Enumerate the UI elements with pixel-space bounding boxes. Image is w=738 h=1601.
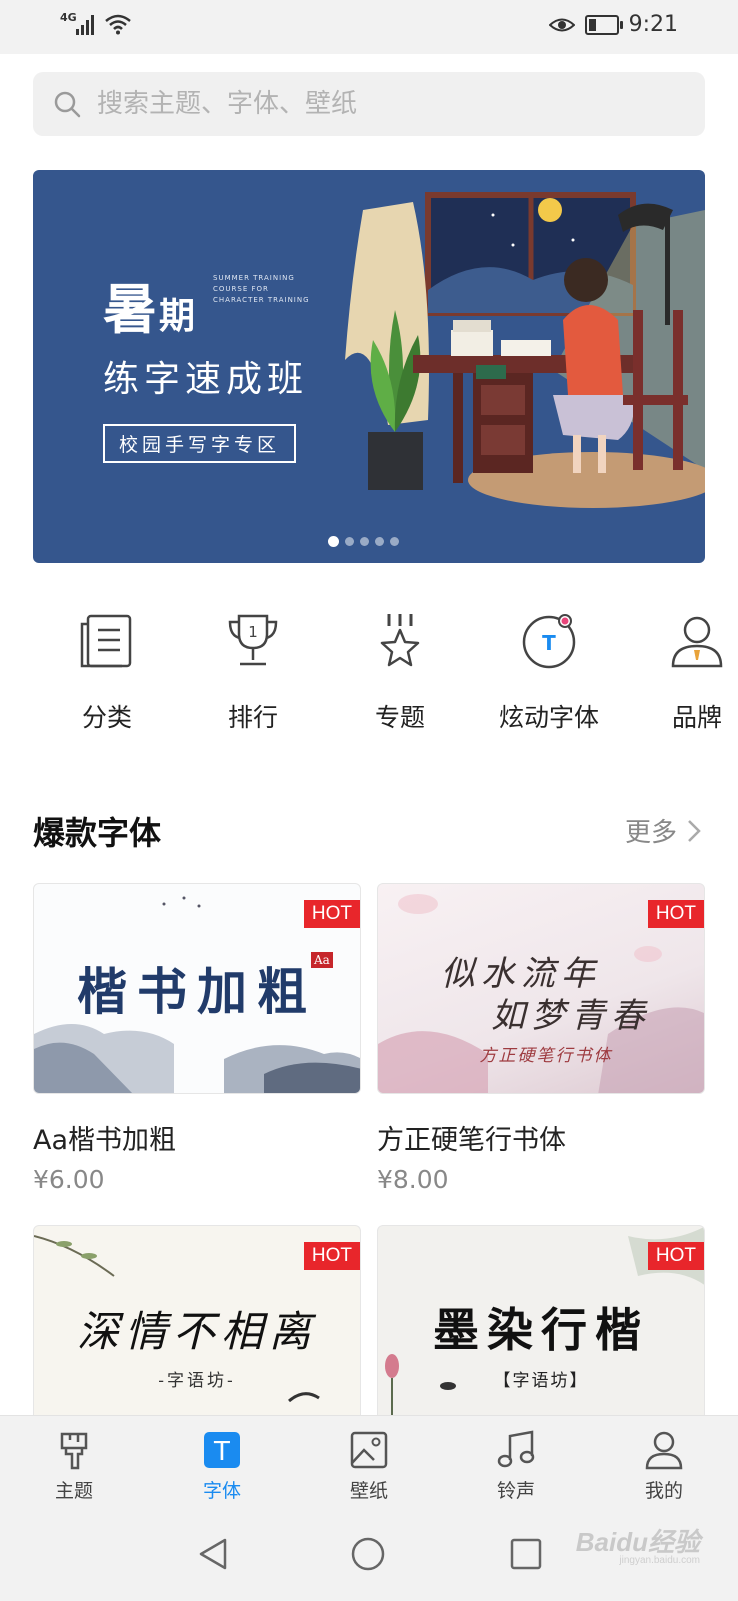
watermark: Baidu经验 jingyan.baidu.com (576, 1522, 700, 1566)
font-preview-text: 深情不相离 (76, 1307, 317, 1356)
bottom-nav: 主题 T 字体 壁纸 铃声 我的 (0, 1415, 738, 1601)
quick-nav-ranking[interactable]: 1 排行 (178, 612, 328, 734)
card-title: Aa楷书加粗 (33, 1125, 177, 1156)
tab-mine[interactable]: 我的 (604, 1430, 724, 1503)
banner-tag: 校园手写字专区 (103, 424, 297, 463)
quick-nav-label: 炫动字体 (498, 703, 599, 732)
font-preview[interactable]: 墨染行楷 【字语坊】 HOT (377, 1225, 705, 1415)
topic-star-icon (380, 614, 420, 667)
quick-nav: 分类 1 排行 专题 T 炫动字体 品牌 (0, 612, 738, 762)
search-bar[interactable] (33, 72, 705, 136)
hot-badge: HOT (303, 900, 360, 928)
dynamic-font-icon: T (522, 614, 576, 669)
card-price: ¥6.00 (33, 1165, 105, 1194)
hot-badge: HOT (647, 1242, 704, 1270)
promo-banner[interactable]: 暑期 SUMMER TRAINING COURSE FOR CHARACTER … (33, 170, 705, 563)
recents-nav-icon[interactable] (508, 1536, 544, 1572)
clock: 9:21 (628, 12, 678, 37)
quick-nav-dynamic-font[interactable]: T 炫动字体 (474, 612, 624, 734)
battery-fill (588, 18, 597, 31)
font-preview-text: 墨染行楷 (433, 1303, 649, 1357)
font-preview-line-2: 如梦青春 (491, 996, 651, 1036)
quick-nav-label: 品牌 (671, 703, 722, 732)
trophy-icon: 1 (228, 614, 278, 666)
wifi-icon (105, 14, 131, 35)
carousel-dots (328, 536, 399, 547)
tab-label: 铃声 (496, 1480, 535, 1502)
quick-nav-category[interactable]: 分类 (32, 612, 182, 734)
chevron-right-icon (688, 819, 701, 842)
eye-icon (548, 18, 575, 31)
carousel-dot[interactable] (360, 537, 369, 546)
tab-label: 壁纸 (349, 1480, 388, 1502)
brush-icon (60, 1432, 88, 1470)
font-preview[interactable]: 似水流年 如梦青春 方正硬笔行书体 HOT (377, 883, 705, 1094)
font-card[interactable]: 墨染行楷 【字语坊】 HOT (377, 1225, 705, 1415)
status-left: 4G (60, 11, 132, 35)
section-header: 爆款字体 更多 (33, 808, 705, 858)
section-title: 爆款字体 (33, 814, 162, 852)
battery-icon (584, 14, 623, 35)
tab-ringtones[interactable]: 铃声 (456, 1430, 576, 1503)
font-preview[interactable]: 楷书加粗 Aa HOT (33, 883, 361, 1094)
font-card[interactable]: 似水流年 如梦青春 方正硬笔行书体 HOT 方正硬笔行书体 ¥8.00 (377, 883, 705, 1194)
hot-badge: HOT (303, 1242, 360, 1270)
font-card[interactable]: 深情不相离 -字语坊- HOT (33, 1225, 361, 1415)
card-title: 方正硬笔行书体 (377, 1125, 566, 1156)
carousel-dot[interactable] (375, 537, 384, 546)
search-icon (54, 91, 81, 118)
more-label: 更多 (624, 818, 677, 848)
picture-icon (350, 1431, 388, 1469)
svg-text:1: 1 (248, 623, 258, 641)
category-icon (80, 614, 132, 668)
font-preview[interactable]: 深情不相离 -字语坊- HOT (33, 1225, 361, 1415)
banner-char-2: 期 (159, 295, 198, 337)
font-preview-subtitle: 方正硬笔行书体 (479, 1046, 613, 1066)
tab-wallpapers[interactable]: 壁纸 (309, 1430, 429, 1503)
font-preview-subtitle: -字语坊- (158, 1371, 236, 1391)
status-right: 9:21 (548, 12, 678, 37)
banner-text: 暑期 SUMMER TRAINING COURSE FOR CHARACTER … (103, 265, 309, 463)
watermark-text: Baidu经验 (575, 1527, 700, 1557)
signal-icon (76, 13, 94, 35)
search-input[interactable] (95, 88, 659, 120)
font-preview-subtitle: 【字语坊】 (493, 1371, 589, 1391)
hot-badge: HOT (647, 900, 704, 928)
quick-nav-topics[interactable]: 专题 (325, 612, 475, 734)
banner-headline-2: 练字速成班 (103, 359, 309, 400)
carousel-dot[interactable] (390, 537, 399, 546)
carousel-dot[interactable] (345, 537, 354, 546)
status-bar: 4G 9:21 (0, 0, 738, 54)
quick-nav-label: 排行 (227, 703, 278, 732)
font-card[interactable]: 楷书加粗 Aa HOT Aa楷书加粗 ¥6.00 (33, 883, 361, 1194)
home-nav-icon[interactable] (350, 1536, 386, 1572)
more-button[interactable]: 更多 (625, 812, 701, 849)
banner-english-tag: SUMMER TRAINING COURSE FOR CHARACTER TRA… (213, 274, 310, 304)
person-icon (645, 1431, 683, 1470)
quick-nav-label: 分类 (81, 703, 132, 732)
music-note-icon (497, 1430, 535, 1468)
svg-text:T: T (542, 631, 556, 655)
font-t-icon: T (204, 1432, 240, 1468)
quick-nav-brand[interactable]: 品牌 (622, 612, 738, 734)
tab-label: 字体 (202, 1480, 241, 1502)
banner-char-1: 暑 (103, 277, 159, 341)
tab-label: 我的 (644, 1480, 683, 1502)
network-type: 4G (60, 11, 77, 24)
quick-nav-label: 专题 (374, 703, 425, 732)
back-nav-icon[interactable] (195, 1536, 231, 1572)
tab-label: 主题 (54, 1480, 93, 1502)
seal-badge: Aa (311, 952, 333, 968)
tab-fonts[interactable]: T 字体 (162, 1430, 282, 1503)
card-price: ¥8.00 (377, 1165, 449, 1194)
brand-person-icon (671, 616, 723, 668)
carousel-dot[interactable] (328, 536, 339, 547)
tab-themes[interactable]: 主题 (14, 1430, 134, 1503)
svg-text:T: T (213, 1437, 230, 1467)
